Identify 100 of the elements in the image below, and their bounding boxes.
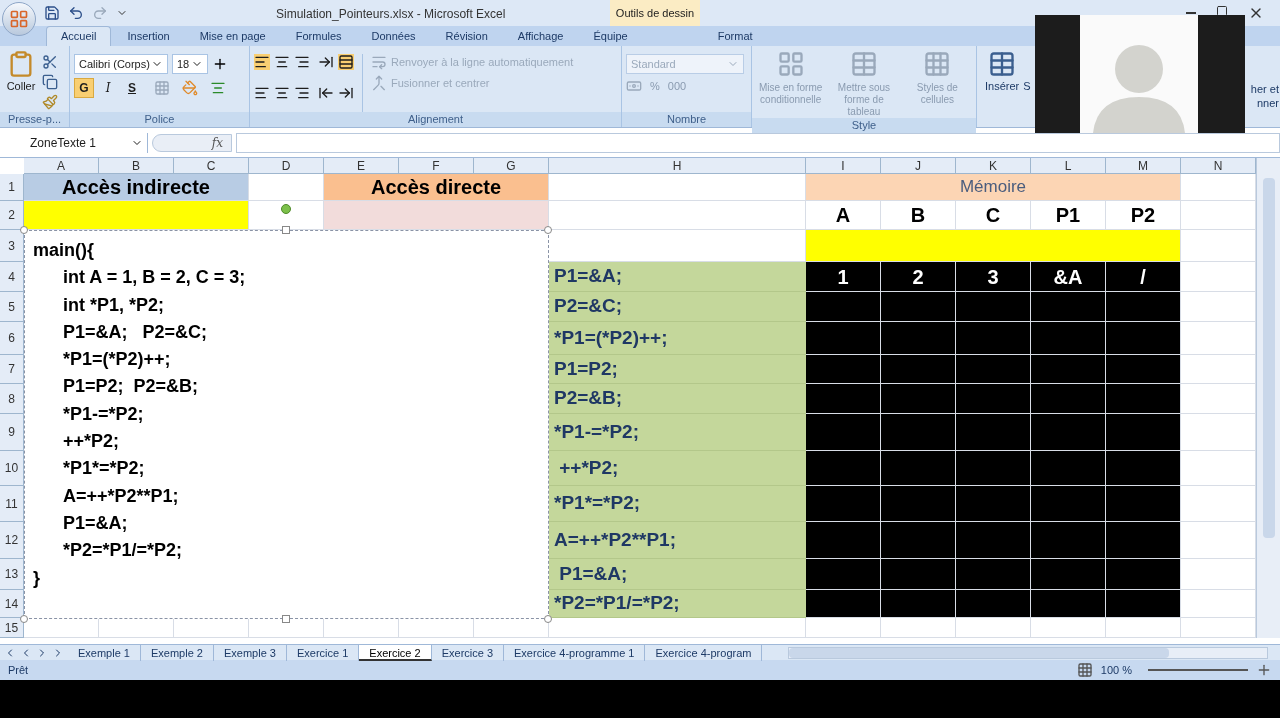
ribbon-tab[interactable]: Accueil: [46, 26, 112, 46]
row-header[interactable]: 2: [0, 201, 24, 230]
row-header[interactable]: 3: [0, 230, 24, 262]
row-header[interactable]: 9: [0, 414, 24, 451]
resize-handle[interactable]: [544, 615, 552, 623]
column-header[interactable]: K: [956, 158, 1031, 174]
grow-font-icon: [212, 56, 228, 72]
group-label: Nombre: [622, 112, 751, 127]
undo-icon: [68, 5, 84, 21]
group-label: Police: [70, 112, 249, 127]
ribbon-tab[interactable]: Formules: [281, 26, 356, 46]
paste-button[interactable]: Coller: [4, 50, 38, 112]
table-cell: C: [956, 201, 1031, 230]
column-header[interactable]: A: [24, 158, 99, 174]
row-header[interactable]: 11: [0, 486, 24, 522]
ribbon-tab[interactable]: Révision: [431, 26, 502, 46]
table-cell: P2=&C;: [549, 292, 806, 322]
column-header[interactable]: L: [1031, 158, 1106, 174]
ribbon-tab[interactable]: Insertion: [113, 26, 184, 46]
code-line: *P1-=*P2;: [62, 402, 145, 426]
horizontal-scrollbar[interactable]: [788, 646, 1268, 659]
contextual-tab-group: Outils de dessin: [610, 0, 700, 26]
table-cell: A=++*P2**P1;: [549, 522, 806, 559]
code-line: *P1=(*P2)++;: [62, 348, 172, 372]
resize-handle[interactable]: [20, 226, 28, 234]
column-header[interactable]: C: [174, 158, 249, 174]
formula-field[interactable]: [236, 132, 1280, 153]
align-right-icon: [294, 85, 310, 101]
column-header[interactable]: M: [1106, 158, 1181, 174]
ribbon-tab[interactable]: Équipe: [579, 26, 642, 46]
table-cell: P2: [1106, 201, 1181, 230]
row-header[interactable]: 6: [0, 322, 24, 355]
table-cell: *P1=(*P2)++;: [549, 322, 806, 355]
table-cell: P1=&A;: [549, 262, 806, 292]
zoom-level: 100 %: [1100, 662, 1132, 678]
column-header[interactable]: D: [249, 158, 324, 174]
resize-handle[interactable]: [544, 226, 552, 234]
ribbon-tab[interactable]: Affichage: [503, 26, 578, 46]
column-header[interactable]: G: [474, 158, 549, 174]
code-line: main(){: [33, 239, 95, 262]
ribbon-tab[interactable]: Données: [357, 26, 430, 46]
code-line: *P2=*P1/=*P2;: [62, 539, 184, 563]
column-header[interactable]: N: [1181, 158, 1256, 174]
row-header[interactable]: 10: [0, 451, 24, 486]
resize-handle[interactable]: [282, 226, 290, 234]
name-box[interactable]: ZoneTexte 1: [0, 132, 148, 153]
font-name-field[interactable]: Calibri (Corps): [74, 54, 168, 74]
status-text: Prêt: [8, 662, 29, 678]
align-bottom-icon: [294, 54, 310, 70]
row-header[interactable]: 1: [0, 174, 24, 201]
column-header[interactable]: F: [399, 158, 474, 174]
resize-handle[interactable]: [20, 615, 28, 623]
code-line: A=++*P2**P1;: [62, 484, 180, 508]
copy-icon: [42, 74, 58, 90]
vertical-scrollbar[interactable]: [1256, 158, 1280, 638]
column-header[interactable]: J: [881, 158, 956, 174]
row-header[interactable]: 8: [0, 384, 24, 414]
rotation-handle[interactable]: [281, 204, 291, 214]
table-title: Mémoire: [806, 174, 1181, 201]
row-header[interactable]: 14: [0, 590, 24, 618]
ribbon-tab[interactable]: Format: [703, 26, 767, 46]
table-cell: 3: [956, 262, 1031, 292]
row-header[interactable]: 5: [0, 292, 24, 322]
ribbon-tab[interactable]: Mise en page: [185, 26, 280, 46]
bold-button[interactable]: G: [74, 78, 94, 98]
insert-cells-icon: [988, 50, 1017, 78]
table-cell: &A: [1031, 262, 1106, 292]
insert-function-button[interactable]: fx: [211, 133, 223, 152]
text-box[interactable]: main(){ int A = 1, B = 2, C = 3; int *P1, *P2; P1=&A; P2=&C; *P1=(*P2)++; P1=P2; P2=&B; *P1-=*P2; ++*P2; *P1*=*P2; A=++*P2**P1; P1=&A; *P2=*P1/=*P2; }: [24, 230, 549, 619]
merge-icon: [371, 74, 387, 91]
redo-icon: [92, 5, 108, 21]
office-button[interactable]: [2, 2, 36, 36]
row-header[interactable]: 7: [0, 355, 24, 384]
table-cell: P1=P2;: [549, 355, 806, 384]
table-cell: /: [1106, 262, 1181, 292]
row-header[interactable]: 4: [0, 262, 24, 292]
column-header[interactable]: E: [324, 158, 399, 174]
column-header[interactable]: H: [549, 158, 806, 174]
group-label: Style: [752, 118, 976, 133]
row-header[interactable]: 12: [0, 522, 24, 559]
ribbon-label: her et: [1250, 82, 1279, 96]
italic-button[interactable]: I: [98, 78, 118, 98]
normal-view-icon: [1076, 662, 1093, 678]
insert-button[interactable]: Insérer: [985, 50, 1020, 95]
table-cell: A: [806, 201, 881, 230]
code-line: P1=P2; P2=&B;: [62, 375, 200, 399]
font-size-field[interactable]: 18: [172, 54, 208, 74]
underline-button[interactable]: S: [122, 78, 142, 98]
table-icon: [850, 50, 878, 78]
sheet-tab[interactable]: Exercice 2: [359, 644, 432, 661]
group-label: Presse-p...: [0, 112, 69, 127]
column-header[interactable]: I: [806, 158, 881, 174]
wrap-text-icon: [371, 54, 387, 71]
row-header[interactable]: 15: [0, 618, 24, 638]
ribbon-label: S: [1023, 79, 1031, 94]
code-line: int A = 1, B = 2, C = 3;: [62, 266, 247, 290]
column-header[interactable]: B: [99, 158, 174, 174]
cut-icon: [42, 54, 58, 70]
row-header[interactable]: 13: [0, 559, 24, 590]
resize-handle[interactable]: [282, 615, 290, 623]
